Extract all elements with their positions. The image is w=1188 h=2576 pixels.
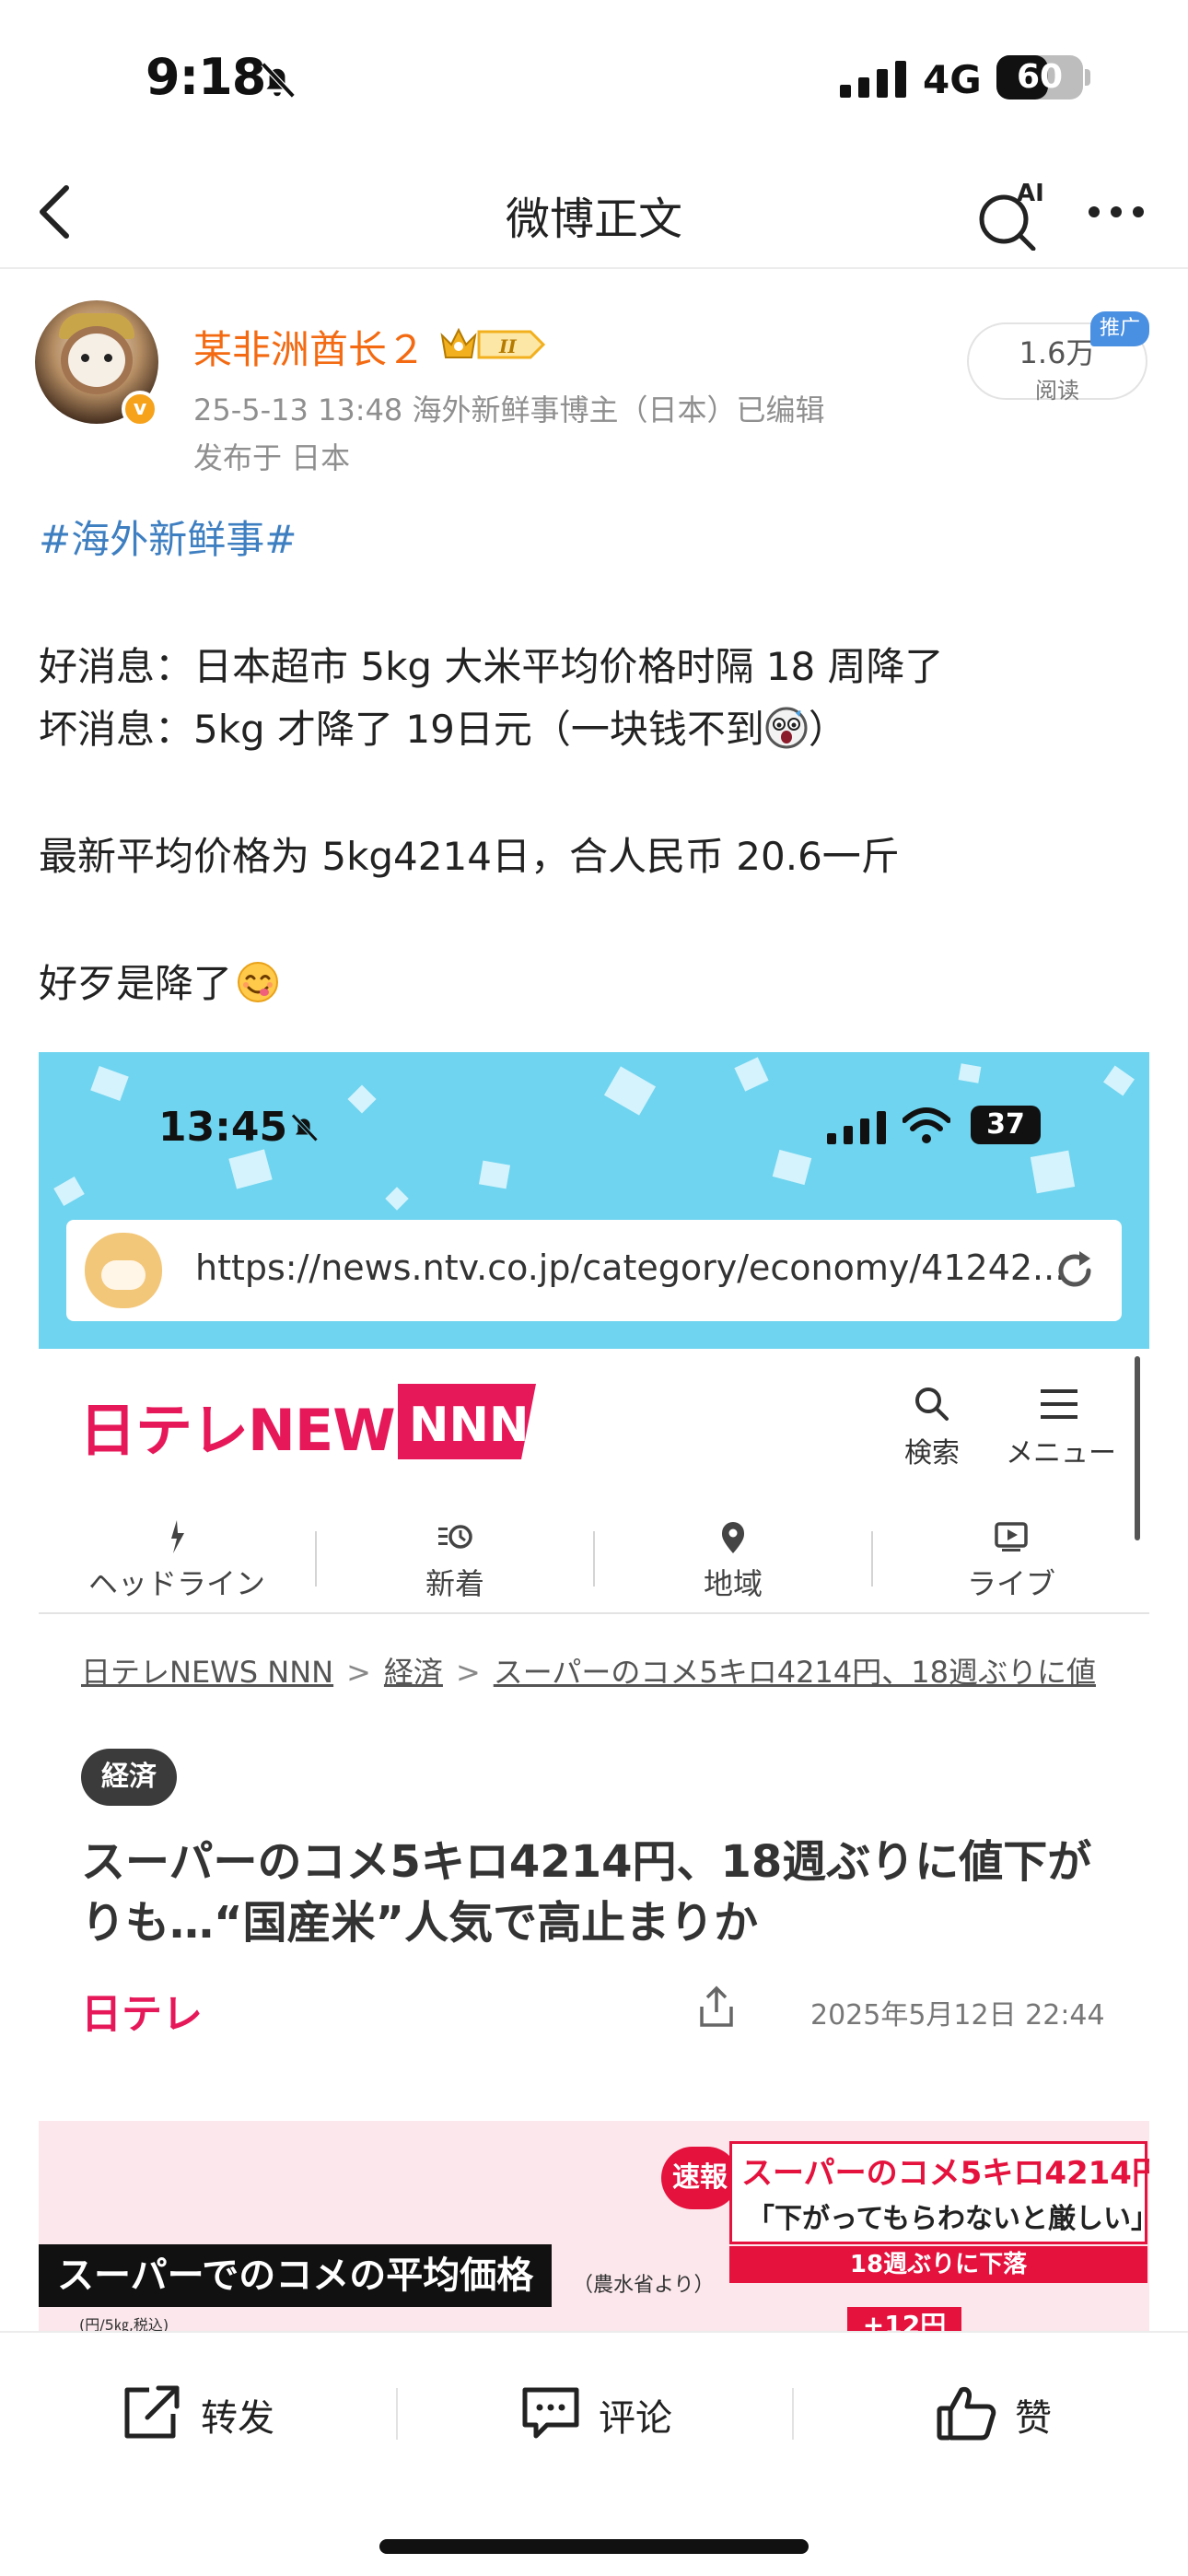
repost-icon: [124, 2385, 180, 2439]
category-badge: 経済: [81, 1749, 177, 1806]
video-caption-strip: 18週ぶりに下落: [729, 2246, 1147, 2283]
menu-label: メニュー: [1006, 1437, 1116, 1469]
post-line: 好歹是降了: [39, 953, 280, 1009]
hashtag-link[interactable]: #海外新鲜事#: [39, 509, 297, 565]
status-bar: 9:18 4G 60: [0, 0, 1188, 157]
wifi-icon: [903, 1107, 950, 1143]
nnn-logo: NNN: [398, 1384, 536, 1459]
toolbar-divider: [792, 2388, 794, 2440]
battery-tip: [1085, 69, 1090, 86]
breadcrumb-item: 経済: [383, 1655, 443, 1690]
video-chart-title: スーパーでのコメの平均価格: [39, 2244, 553, 2307]
nav-bar: 微博正文 AI: [0, 157, 1188, 269]
article-date: 2025年5月12日 22:44: [810, 1999, 1105, 2032]
mascot-icon: [85, 1233, 162, 1308]
embedded-screenshot-image[interactable]: 13:45 37 https://news.ntv.co.jp/category…: [39, 1052, 1149, 2335]
article-headline: スーパーのコメ5キロ4214円、18週ぶりに値下がりも…“国産米”人気で高止まり…: [81, 1836, 1092, 1949]
avatar-eye: [104, 354, 112, 362]
member-crown-badge-icon[interactable]: II: [438, 324, 547, 365]
video-caption-quote: 「下がってもらわないと厳しい」: [747, 2203, 1149, 2235]
verified-badge-icon: v: [122, 391, 158, 427]
source-logo: 日テレ: [81, 1991, 203, 2038]
tab-label: 地域: [703, 1566, 763, 1601]
headline-icon: [171, 1520, 184, 1553]
video-caption-head: スーパーのコメ5キロ4214円: [741, 2155, 1149, 2192]
breadcrumb-separator: >: [455, 1655, 481, 1690]
tab-headline: ヘッドライン: [39, 1507, 315, 1614]
reload-icon: [1058, 1251, 1091, 1287]
breaking-news-chip: 速報: [661, 2147, 739, 2209]
comment-icon: [522, 2387, 579, 2439]
tab-live: ライブ: [873, 1507, 1149, 1614]
repost-label: 转发: [201, 2397, 274, 2440]
more-options-icon[interactable]: [1085, 201, 1147, 223]
breadcrumb-separator: >: [346, 1655, 371, 1690]
play-icon: [995, 1522, 1028, 1551]
toolbar-divider: [396, 2388, 398, 2440]
hamburger-menu-icon: [1041, 1389, 1077, 1419]
share-icon: [700, 1985, 733, 2027]
shocked-face-emoji-icon: [765, 707, 808, 749]
video-caption-box: スーパーのコメ5キロ4214円 「下がってもらわないと厳しい」: [729, 2141, 1149, 2244]
comment-label: 评论: [599, 2397, 672, 2440]
search-label: 検索: [904, 1437, 960, 1469]
ai-search-icon[interactable]: AI: [974, 177, 1044, 251]
tab-label: 新着: [425, 1566, 484, 1601]
embed-browser-header: 13:45 37 https://news.ntv.co.jp/category…: [39, 1052, 1149, 1349]
post-location: 发布于 日本: [193, 440, 351, 475]
avatar-face: [68, 334, 125, 387]
post-meta: 25-5-13 13:48 海外新鲜事博主（日本）已编辑: [193, 392, 825, 427]
ntv-news-logo: 日テレNEWS: [79, 1397, 436, 1464]
promo-tag[interactable]: 推广: [1090, 311, 1149, 346]
cellular-signal-icon: [827, 1111, 886, 1144]
embed-url: https://news.ntv.co.jp/category/economy/…: [195, 1247, 1066, 1288]
bell-muted-icon: [261, 62, 296, 99]
breadcrumb: 日テレNEWS NNN > 経済 > スーパーのコメ5キロ4214円、18週ぶりに値: [81, 1649, 1096, 1692]
battery-icon: 60: [996, 55, 1083, 100]
post-line-text: ）: [808, 707, 847, 752]
bottom-toolbar: 转发 评论 赞: [0, 2331, 1188, 2489]
avatar-eye: [81, 354, 89, 362]
video-chart-source: （農水省より）: [573, 2274, 715, 2297]
status-time: 9:18: [146, 48, 266, 106]
video-thumbnail: 速報 スーパーのコメ5キロ4214円 「下がってもらわないと厳しい」 18週ぶり…: [39, 2121, 1149, 2335]
clock-list-icon: [438, 1525, 472, 1549]
post-line: 好消息：日本超市 5kg 大米平均价格时隔 18 周降了: [39, 644, 944, 689]
embed-status-time: 13:45: [158, 1104, 288, 1151]
post-line-text: 好歹是降了: [39, 961, 233, 1006]
read-label: 阅读: [1035, 378, 1079, 404]
network-type: 4G: [923, 57, 982, 102]
tab-latest: 新着: [317, 1507, 593, 1614]
search-icon: [915, 1388, 949, 1421]
embed-url-bar: https://news.ntv.co.jp/category/economy/…: [66, 1220, 1122, 1321]
ai-label: AI: [1017, 180, 1044, 207]
breadcrumb-item: スーパーのコメ5キロ4214円、18週ぶりに値: [493, 1655, 1096, 1690]
tab-label: ライブ: [966, 1566, 1055, 1601]
level-text: II: [498, 335, 517, 357]
like-label: 赞: [1015, 2397, 1052, 2440]
embed-battery: 37: [971, 1106, 1041, 1144]
tab-region: 地域: [595, 1507, 871, 1614]
embed-tab-bar: ヘッドライン 新着 地域 ライブ: [39, 1507, 1149, 1614]
bell-muted-icon: [291, 1113, 319, 1142]
author-name[interactable]: 某非洲酋长２: [193, 319, 425, 375]
breadcrumb-item: 日テレNEWS NNN: [81, 1655, 334, 1690]
yummy-face-emoji-icon: [238, 962, 279, 1002]
home-indicator: [379, 2539, 809, 2554]
battery-percent: 60: [1016, 58, 1064, 96]
thumbs-up-icon: [937, 2387, 996, 2441]
cellular-signal-icon: [840, 61, 906, 98]
post-line: 最新平均价格为 5kg4214日，合人民币 20.6一斤: [39, 834, 900, 879]
map-pin-icon: [722, 1522, 744, 1553]
tab-label: ヘッドライン: [87, 1566, 265, 1601]
post-line-text: 坏消息：5kg 才降了 19日元（一块钱不到: [39, 707, 764, 752]
nnn-text: NNN: [409, 1398, 530, 1453]
post-line: 坏消息：5kg 才降了 19日元（一块钱不到 ）: [39, 698, 847, 755]
